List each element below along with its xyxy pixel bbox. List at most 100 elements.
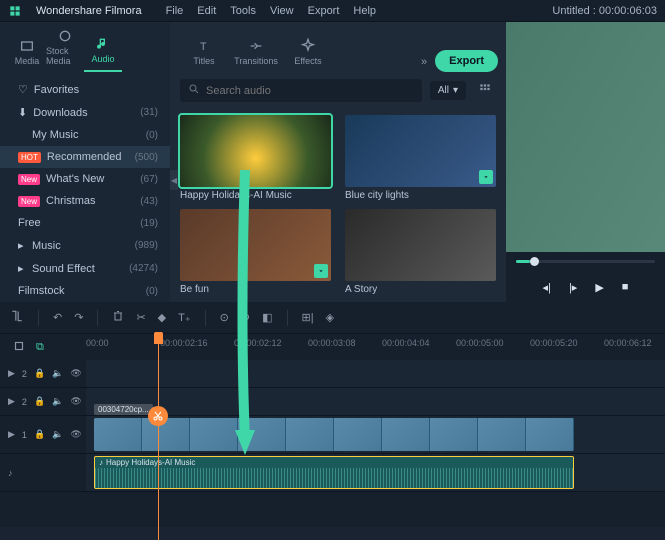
- track-toggle-icon[interactable]: ▶: [8, 429, 15, 440]
- mute-icon[interactable]: 🔈: [52, 429, 63, 440]
- thumb-caption: Blue city lights: [345, 190, 496, 201]
- thumb-caption: Be fun: [180, 284, 331, 295]
- waveform: [95, 468, 573, 488]
- tool-crop-icon[interactable]: [10, 309, 24, 326]
- marker-button[interactable]: ◆: [158, 311, 166, 324]
- category-item[interactable]: ▸Music(989): [0, 234, 170, 257]
- tab-effects[interactable]: Effects: [282, 38, 334, 72]
- category-item[interactable]: NewWhat's New(67): [0, 168, 170, 190]
- search-input[interactable]: [206, 85, 414, 97]
- collapse-sidebar-button[interactable]: ◀: [170, 170, 178, 190]
- ruler-tick: 00:00:02:12: [234, 338, 282, 348]
- speed-button[interactable]: ⊙: [220, 311, 229, 324]
- category-list: ♡Favorites⬇Downloads(31)My Music(0)HOTRe…: [0, 72, 170, 302]
- menu-view[interactable]: View: [270, 5, 294, 17]
- category-count: (19): [140, 218, 158, 229]
- menu-file[interactable]: File: [166, 5, 184, 17]
- category-item[interactable]: Free(19): [0, 212, 170, 234]
- category-label: Downloads: [33, 107, 87, 119]
- category-count: (0): [146, 286, 158, 297]
- badge: New: [18, 196, 40, 207]
- ruler-tick: 00:00:04:04: [382, 338, 430, 348]
- grid-view-button[interactable]: [474, 78, 496, 103]
- ruler-tick: 00:00:06:12: [604, 338, 652, 348]
- tab-transitions[interactable]: Transitions: [230, 38, 282, 72]
- video-clip[interactable]: [94, 418, 574, 451]
- category-item[interactable]: ♡Favorites: [0, 78, 170, 101]
- download-icon[interactable]: [479, 170, 493, 184]
- category-item[interactable]: My Music(0): [0, 124, 170, 146]
- lock-icon[interactable]: 🔒: [34, 429, 45, 440]
- category-item[interactable]: ⬇Downloads(31): [0, 101, 170, 124]
- tab-audio[interactable]: Audio: [84, 36, 122, 72]
- mixer-button[interactable]: ⊞|: [302, 311, 314, 324]
- category-label: Favorites: [34, 84, 79, 96]
- audio-thumb[interactable]: Happy Holidays-AI Music: [180, 115, 331, 201]
- tab-stock-media[interactable]: Stock Media: [46, 28, 84, 72]
- browser-panel: TTitles Transitions Effects » Export All…: [170, 22, 506, 302]
- stop-button[interactable]: ■: [622, 281, 629, 293]
- thumb-image: [180, 115, 331, 187]
- visible-icon[interactable]: 👁: [70, 429, 81, 440]
- chevron-right-icon: ▸: [18, 239, 26, 252]
- undo-button[interactable]: ↶: [53, 311, 62, 324]
- ruler-tick: 00:00:03:08: [308, 338, 356, 348]
- redo-button[interactable]: ↷: [74, 311, 83, 324]
- visible-icon[interactable]: 👁: [70, 368, 81, 379]
- category-panel: Media Stock Media Audio ♡Favorites ⬇ Downl…: [0, 22, 170, 302]
- svg-text:T: T: [200, 41, 207, 53]
- category-count: (989): [135, 240, 158, 251]
- tab-titles[interactable]: TTitles: [178, 38, 230, 72]
- download-icon[interactable]: [314, 264, 328, 278]
- category-count: (67): [140, 174, 158, 185]
- split-at-playhead-icon[interactable]: [148, 406, 168, 426]
- track-toggle-icon[interactable]: ▶: [8, 368, 15, 379]
- timeline-panel: ↶ ↷ ✂ ◆ T₊ ⊙ ↻ ◧ ⊞| ◈ ⧉ 00:0000:00:02:16…: [0, 302, 665, 527]
- play-button[interactable]: ▶: [595, 281, 603, 294]
- track-toggle-icon[interactable]: ▶: [8, 396, 15, 407]
- prev-frame-button[interactable]: ◂|: [543, 281, 551, 294]
- timeline-ruler[interactable]: 00:0000:00:02:1600:00:02:1200:00:03:0800…: [86, 334, 665, 360]
- mute-icon[interactable]: 🔈: [52, 396, 63, 407]
- export-button[interactable]: Export: [435, 50, 498, 72]
- more-tabs-button[interactable]: »: [413, 52, 435, 72]
- audio-thumb[interactable]: Be fun: [180, 209, 331, 295]
- lock-icon[interactable]: 🔒: [34, 396, 45, 407]
- search-icon: [188, 83, 200, 98]
- download-icon: ⬇: [18, 106, 27, 119]
- visible-icon[interactable]: 👁: [70, 396, 81, 407]
- audio-thumb[interactable]: A Story: [345, 209, 496, 295]
- ruler-tick: 00:00:05:00: [456, 338, 504, 348]
- menu-edit[interactable]: Edit: [197, 5, 216, 17]
- category-item[interactable]: HOTRecommended(500): [0, 146, 170, 168]
- track-row: ▶1🔒🔈👁 00304720cp...: [0, 416, 665, 454]
- filter-dropdown[interactable]: All▾: [430, 81, 466, 100]
- step-back-button[interactable]: |▸: [569, 281, 577, 294]
- keyframe-button[interactable]: ◈: [326, 311, 334, 324]
- delete-button[interactable]: [112, 310, 124, 325]
- search-box[interactable]: [180, 79, 422, 102]
- split-button[interactable]: ✂: [136, 311, 145, 324]
- magnet-icon[interactable]: ⧉: [36, 341, 44, 354]
- ruler-tick: 00:00:02:16: [160, 338, 208, 348]
- category-item[interactable]: NewChristmas(43): [0, 190, 170, 212]
- text-button[interactable]: T₊: [178, 311, 191, 324]
- mute-icon[interactable]: 🔈: [52, 368, 63, 379]
- category-item[interactable]: Filmstock(0): [0, 280, 170, 302]
- category-item[interactable]: ▸Sound Effect(4274): [0, 257, 170, 280]
- menu-help[interactable]: Help: [353, 5, 376, 17]
- playhead[interactable]: [158, 334, 159, 540]
- thumb-image: [345, 209, 496, 281]
- audio-thumb[interactable]: Blue city lights: [345, 115, 496, 201]
- timeline-toolbar: ↶ ↷ ✂ ◆ T₊ ⊙ ↻ ◧ ⊞| ◈: [0, 302, 665, 334]
- menu-tools[interactable]: Tools: [230, 5, 256, 17]
- audio-clip[interactable]: ♪Happy Holidays-AI Music: [94, 456, 574, 489]
- lock-icon[interactable]: 🔒: [34, 368, 45, 379]
- preview-scrubber[interactable]: [506, 252, 665, 272]
- link-tracks-icon[interactable]: [12, 339, 26, 356]
- color-button[interactable]: ◧: [262, 311, 272, 324]
- menu-export[interactable]: Export: [308, 5, 340, 17]
- category-count: (0): [146, 130, 158, 141]
- history-button[interactable]: ↻: [241, 311, 250, 324]
- tab-media[interactable]: Media: [8, 38, 46, 72]
